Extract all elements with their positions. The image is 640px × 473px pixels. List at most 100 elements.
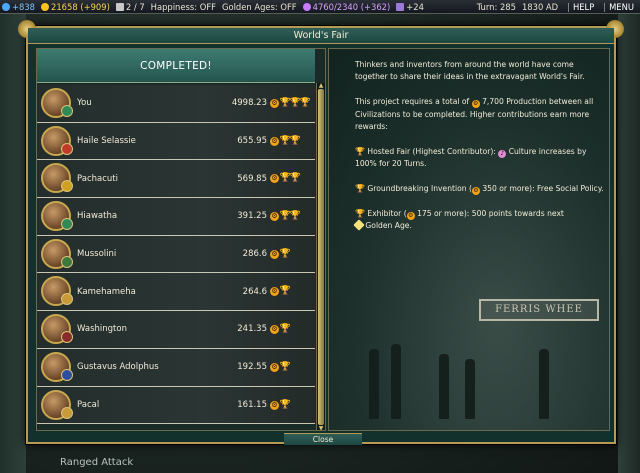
civ-emblem-icon (61, 180, 73, 193)
leader-name: Gustavus Adolphus (77, 362, 159, 373)
contributor-row[interactable]: Washington 241.35 ⚙ 🏆 (37, 311, 315, 349)
help-button[interactable]: HELP (573, 0, 594, 14)
scene-figure (369, 349, 379, 419)
production-icon: ⚙ (270, 136, 279, 146)
gold-trophy-icon: 🏆 (299, 98, 311, 108)
golden-ages-readout[interactable]: Golden Ages: OFF (222, 0, 297, 14)
leader-name: Washington (77, 324, 127, 335)
left-side-panel (0, 14, 26, 473)
unit-stat-label: Ranged Attack (60, 457, 134, 468)
production-icon: ⚙ (270, 287, 279, 297)
faith-readout[interactable]: 4760/2340 (+362) (302, 0, 390, 14)
production-icon: ⚙ (270, 212, 279, 222)
production-icon: ⚙ (270, 325, 279, 335)
production-icon: ⚙ (270, 249, 279, 259)
bronze-trophy-icon: 🏆 (355, 208, 365, 218)
gold-readout[interactable]: 21658 (+909) (41, 0, 110, 14)
gold-trophy-icon: 🏆 (355, 146, 365, 156)
happiness-readout[interactable]: Happiness: OFF (151, 0, 216, 14)
culture-readout[interactable]: +24 (396, 0, 424, 14)
dialog-title: World's Fair (28, 28, 614, 44)
leader-name: Kamehameha (77, 286, 136, 297)
unit-info-strip: Ranged Attack 25 (60, 452, 220, 473)
menu-button[interactable]: MENU (609, 0, 634, 14)
reward-groundbreaking-invention: 🏆 Groundbreaking Invention (⚙ 350 or mor… (355, 184, 604, 196)
top-right-controls: Turn: 285 1830 AD | HELP | MENU (476, 0, 634, 14)
civ-emblem-icon (61, 331, 73, 344)
leader-name: Mussolini (77, 249, 117, 260)
top-status-bar: +838 21658 (+909) 2 / 7 Happiness: OFF G… (0, 0, 640, 14)
close-button[interactable]: Close (284, 433, 362, 445)
production-score: 286.6 (242, 249, 267, 260)
project-info-panel: FERRIS WHEE Thinkers and inventors from … (328, 48, 610, 431)
leader-name: Pacal (77, 399, 100, 410)
production-icon: ⚙ (471, 187, 480, 196)
leader-name: Haile Selassie (77, 136, 136, 147)
scroll-down-arrow-icon[interactable]: ▼ (317, 426, 325, 431)
golden-age-icon (353, 219, 365, 231)
civ-emblem-icon (61, 293, 73, 306)
worlds-fair-dialog: World's Fair COMPLETED! You 4998.23 ⚙ 🏆 🏆 🏆 Ha… (16, 18, 626, 445)
contributor-row[interactable]: Kamehameha 264.6 ⚙ 🏆 (37, 273, 315, 312)
production-score: 264.6 (242, 286, 267, 297)
leader-name: You (77, 98, 92, 109)
scroll-thumb[interactable] (318, 89, 324, 425)
contributor-row[interactable]: Hiawatha 391.25 ⚙ 🏆 🏆 (37, 198, 315, 236)
silver-trophy-icon: 🏆 (289, 135, 301, 146)
list-scrollbar[interactable]: ▲ ▼ (316, 83, 325, 431)
intro-text: Thinkers and inventors from around the w… (355, 60, 585, 82)
year-readout: 1830 AD (521, 2, 559, 12)
production-score: 161.15 (237, 399, 267, 410)
silver-trophy-icon: 🏆 (289, 173, 301, 184)
scene-figure (465, 359, 475, 419)
silver-trophy-icon: 🏆 (355, 184, 365, 194)
contributor-row[interactable]: Pacal 161.15 ⚙ 🏆 (37, 386, 315, 425)
production-icon: ⚙ (406, 211, 415, 220)
production-icon: ⚙ (270, 174, 279, 184)
policies-readout[interactable]: 2 / 7 (115, 0, 145, 14)
contributor-row[interactable]: Haile Selassie 655.95 ⚙ 🏆 🏆 (37, 122, 315, 161)
production-icon: ⚙ (270, 99, 279, 108)
requirement-text: This project requires a total of ⚙ 7,700… (355, 97, 594, 132)
production-icon: ⚙ (270, 362, 279, 372)
gold-trophy-icon: 🏆 (279, 361, 291, 372)
reward-hosted-fair: 🏆 Hosted Fair (Highest Contributor): ♪ C… (355, 146, 587, 169)
contributor-row[interactable]: You 4998.23 ⚙ 🏆 🏆 🏆 (37, 85, 315, 123)
culture-icon (396, 2, 405, 11)
contributor-row[interactable]: Gustavus Adolphus 192.55 ⚙ 🏆 (37, 348, 315, 387)
production-score: 192.55 (237, 362, 267, 373)
contributors-list: COMPLETED! You 4998.23 ⚙ 🏆 🏆 🏆 Haile Selassie 6… (36, 48, 326, 431)
leader-name: Hiawatha (77, 211, 118, 222)
contributor-rows: You 4998.23 ⚙ 🏆 🏆 🏆 Haile Selassie 655.95 ⚙ 🏆 🏆 Pac… (37, 85, 315, 425)
gold-trophy-icon: 🏆 (279, 324, 291, 335)
production-score: 391.25 (237, 211, 267, 222)
gold-trophy-icon: 🏆 (279, 399, 291, 410)
production-score: 4998.23 (231, 98, 267, 109)
contributor-row[interactable]: Mussolini 286.6 ⚙ 🏆 (37, 235, 315, 274)
science-readout[interactable]: +838 (2, 0, 35, 14)
turn-readout: Turn: 285 (476, 2, 516, 12)
production-icon: ⚙ (270, 400, 279, 410)
production-score: 655.95 (237, 136, 267, 147)
production-icon: ⚙ (471, 100, 480, 109)
civ-emblem-icon (61, 142, 73, 155)
completed-banner: COMPLETED! (37, 49, 315, 83)
contributor-row[interactable]: Pachacuti 569.85 ⚙ 🏆 🏆 (37, 160, 315, 199)
gold-trophy-icon: 🏆 (279, 286, 291, 297)
reward-exhibitor: 🏆 Exhibitor (⚙ 175 or more): 500 points … (353, 208, 564, 231)
science-icon (2, 2, 10, 11)
scene-figure (439, 354, 449, 419)
civ-emblem-icon (61, 105, 73, 117)
production-score: 241.35 (237, 324, 267, 335)
silver-trophy-icon: 🏆 (289, 211, 301, 222)
policy-icon (115, 2, 124, 11)
right-side-panel (618, 14, 640, 473)
gold-trophy-icon: 🏆 (279, 248, 291, 259)
scene-figure (391, 344, 401, 419)
project-description: Thinkers and inventors from around the w… (353, 59, 605, 245)
leader-name: Pachacuti (77, 173, 118, 184)
production-score: 569.85 (237, 173, 267, 184)
faith-icon (302, 2, 311, 11)
civ-emblem-icon (61, 255, 73, 268)
civ-emblem-icon (61, 406, 73, 419)
